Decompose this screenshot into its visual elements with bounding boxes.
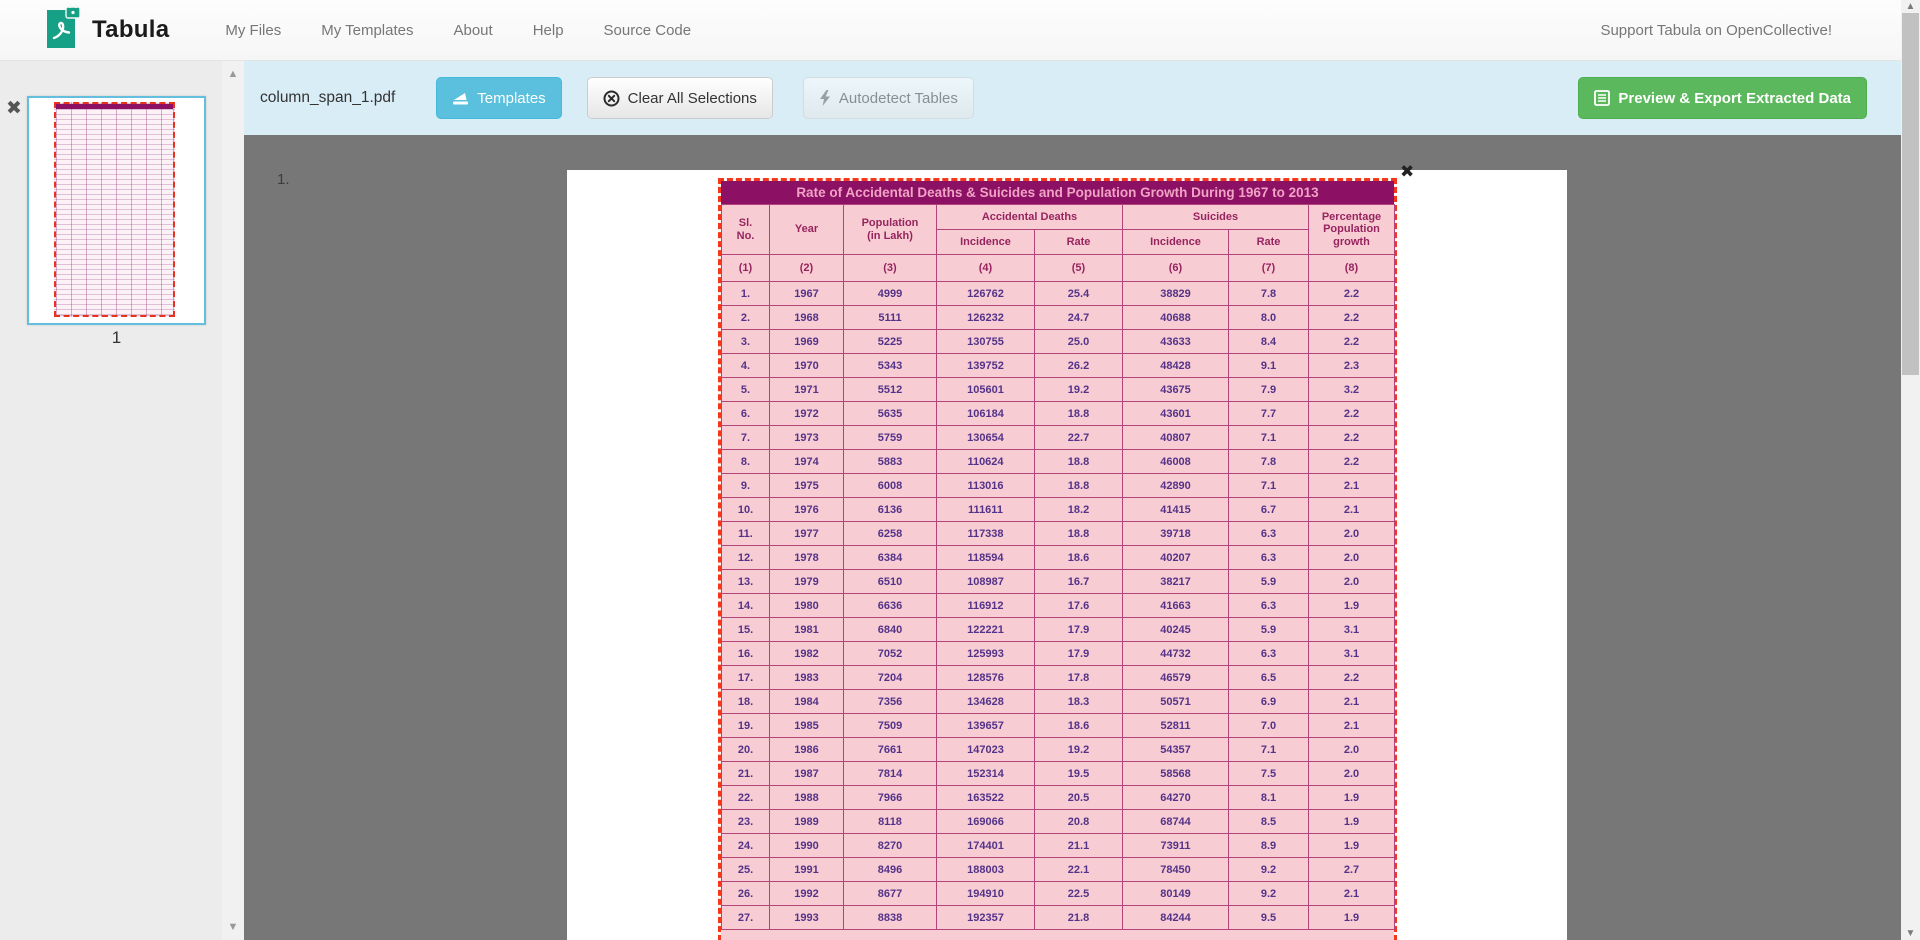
table-row: 3.1969522513075525.0436338.42.2 <box>722 330 1395 354</box>
header-sl-no: Sl. No. <box>722 205 770 255</box>
header-rate: Rate <box>1229 230 1309 255</box>
tabula-logo-icon <box>44 5 82 56</box>
column-number-row: (1)(2)(3)(4)(5)(6)(7)(8) <box>722 255 1395 282</box>
table-row: 19.1985750913965718.6528117.02.1 <box>722 714 1395 738</box>
column-number-cell: (3) <box>844 255 937 282</box>
preview-export-button[interactable]: Preview & Export Extracted Data <box>1578 77 1867 119</box>
table-row: 5.1971551210560119.2436757.93.2 <box>722 378 1395 402</box>
column-number-cell: (8) <box>1309 255 1395 282</box>
brand[interactable]: Tabula <box>0 5 169 56</box>
templates-label: Templates <box>477 90 545 107</box>
header-rate: Rate <box>1035 230 1123 255</box>
table-row: 4.1970534313975226.2484289.12.3 <box>722 354 1395 378</box>
header-incidence: Incidence <box>937 230 1035 255</box>
nav-item-about[interactable]: About <box>433 22 512 39</box>
header-incidence: Incidence <box>1123 230 1229 255</box>
nav-item-my-templates[interactable]: My Templates <box>301 22 433 39</box>
sidebar: ✖ 1 ▲ ▼ <box>0 61 244 940</box>
table-row: 22.1988796616352220.5642708.11.9 <box>722 786 1395 810</box>
selection-close-icon[interactable]: ✖ <box>1400 162 1414 182</box>
nav-item-my-files[interactable]: My Files <box>205 22 301 39</box>
column-number-cell: (1) <box>722 255 770 282</box>
page-thumbnail[interactable] <box>27 96 206 325</box>
toolbar: column_span_1.pdf Templates Clear All Se… <box>244 61 1901 135</box>
table-row: 11.1977625811733818.8397186.32.0 <box>722 522 1395 546</box>
table-row: 7.1973575913065422.7408077.12.2 <box>722 426 1395 450</box>
column-number-cell: (5) <box>1035 255 1123 282</box>
pdf-table-title: Rate of Accidental Deaths & Suicides and… <box>721 181 1394 204</box>
table-row: 24.1990827017440121.1739118.91.9 <box>722 834 1395 858</box>
table-row: 23.1989811816906620.8687448.51.9 <box>722 810 1395 834</box>
clear-all-selections-button[interactable]: Clear All Selections <box>587 77 773 119</box>
header-pct-growth: Percentage Population growth <box>1309 205 1395 255</box>
header-population: Population (in Lakh) <box>844 205 937 255</box>
main-nav: My FilesMy TemplatesAboutHelpSource Code <box>205 22 711 39</box>
sidebar-scrollbar[interactable]: ▲ ▼ <box>222 61 244 940</box>
table-row: 12.1978638411859418.6402076.32.0 <box>722 546 1395 570</box>
table-row: 8.1974588311062418.8460087.82.2 <box>722 450 1395 474</box>
pdf-table-body: 1.1967499912676225.4388297.82.22.1968511… <box>722 282 1395 930</box>
table-row: 18.1984735613462818.3505716.92.1 <box>722 690 1395 714</box>
lightning-icon <box>819 90 831 106</box>
table-row: 25.1991849618800322.1784509.22.7 <box>722 858 1395 882</box>
table-row: 9.1975600811301618.8428907.12.1 <box>722 474 1395 498</box>
table-row: 2.1968511112623224.7406888.02.2 <box>722 306 1395 330</box>
table-row: 13.1979651010898716.7382175.92.0 <box>722 570 1395 594</box>
filename: column_span_1.pdf <box>260 89 395 107</box>
header-accidental-deaths: Accidental Deaths <box>937 205 1123 230</box>
table-row: 27.1993883819235721.8842449.51.9 <box>722 906 1395 930</box>
nav-item-help[interactable]: Help <box>513 22 584 39</box>
header-suicides: Suicides <box>1123 205 1309 230</box>
column-number-cell: (7) <box>1229 255 1309 282</box>
table-row: 15.1981684012222117.9402455.93.1 <box>722 618 1395 642</box>
brand-name: Tabula <box>92 16 169 44</box>
support-link[interactable]: Support Tabula on OpenCollective! <box>1600 22 1832 39</box>
pdf-table: Rate of Accidental Deaths & Suicides and… <box>721 181 1394 940</box>
export-label: Preview & Export Extracted Data <box>1618 90 1851 107</box>
scroll-down-icon[interactable]: ▼ <box>222 921 244 933</box>
navbar: Tabula My FilesMy TemplatesAboutHelpSour… <box>0 0 1901 61</box>
table-selection[interactable]: Rate of Accidental Deaths & Suicides and… <box>718 178 1397 940</box>
scrollbar-thumb[interactable] <box>1902 13 1919 375</box>
clear-circle-x-icon <box>603 90 620 107</box>
close-page-icon[interactable]: ✖ <box>6 97 22 120</box>
table-row: 26.1992867719491022.5801499.22.1 <box>722 882 1395 906</box>
templates-icon <box>452 91 469 106</box>
nav-item-source-code[interactable]: Source Code <box>584 22 712 39</box>
table-row: 14.1980663611691217.6416636.31.9 <box>722 594 1395 618</box>
table-row: 20.1986766114702319.2543577.12.0 <box>722 738 1395 762</box>
table-row: 6.1972563510618418.8436017.72.2 <box>722 402 1395 426</box>
column-number-cell: (4) <box>937 255 1035 282</box>
clear-all-label: Clear All Selections <box>628 90 757 107</box>
thumbnail-table-selection <box>54 102 175 317</box>
scrollbar-down-icon[interactable]: ▼ <box>1901 928 1920 939</box>
templates-button[interactable]: Templates <box>436 77 561 119</box>
export-list-icon <box>1594 90 1610 106</box>
scrollbar-up-icon[interactable]: ▲ <box>1901 1 1920 12</box>
table-row: 10.1976613611161118.2414156.72.1 <box>722 498 1395 522</box>
table-row: 21.1987781415231419.5585687.52.0 <box>722 762 1395 786</box>
column-number-cell: (2) <box>770 255 844 282</box>
thumbnail-page-number: 1 <box>27 328 206 348</box>
table-row: 17.1983720412857617.8465796.52.2 <box>722 666 1395 690</box>
table-row: 16.1982705212599317.9447326.33.1 <box>722 642 1395 666</box>
column-number-cell: (6) <box>1123 255 1229 282</box>
window-scrollbar[interactable]: ▲ ▼ <box>1901 0 1920 940</box>
page-marker: 1. <box>277 171 290 188</box>
autodetect-label: Autodetect Tables <box>839 90 958 107</box>
pdf-canvas: 1. Rate of Accidental Deaths & Suicides … <box>244 135 1901 940</box>
scroll-up-icon[interactable]: ▲ <box>222 68 244 80</box>
autodetect-tables-button[interactable]: Autodetect Tables <box>803 77 974 119</box>
pdf-page[interactable]: Rate of Accidental Deaths & Suicides and… <box>567 170 1567 940</box>
table-row: 1.1967499912676225.4388297.82.2 <box>722 282 1395 306</box>
header-year: Year <box>770 205 844 255</box>
app-window: Tabula My FilesMy TemplatesAboutHelpSour… <box>0 0 1920 940</box>
